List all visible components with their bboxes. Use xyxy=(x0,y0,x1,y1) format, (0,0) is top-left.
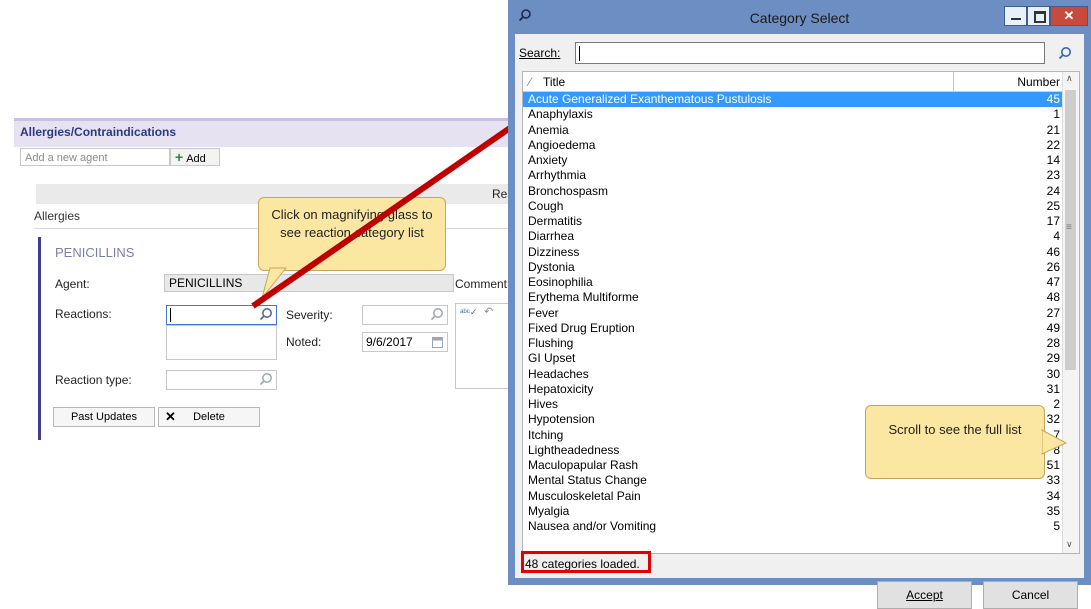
cancel-button[interactable]: Cancel xyxy=(983,581,1078,609)
accept-button[interactable]: Accept xyxy=(877,581,972,609)
cancel-button-label: Cancel xyxy=(1011,588,1050,602)
accept-button-label: Accept xyxy=(906,588,943,602)
scroll-callout-pointer xyxy=(1040,429,1068,455)
